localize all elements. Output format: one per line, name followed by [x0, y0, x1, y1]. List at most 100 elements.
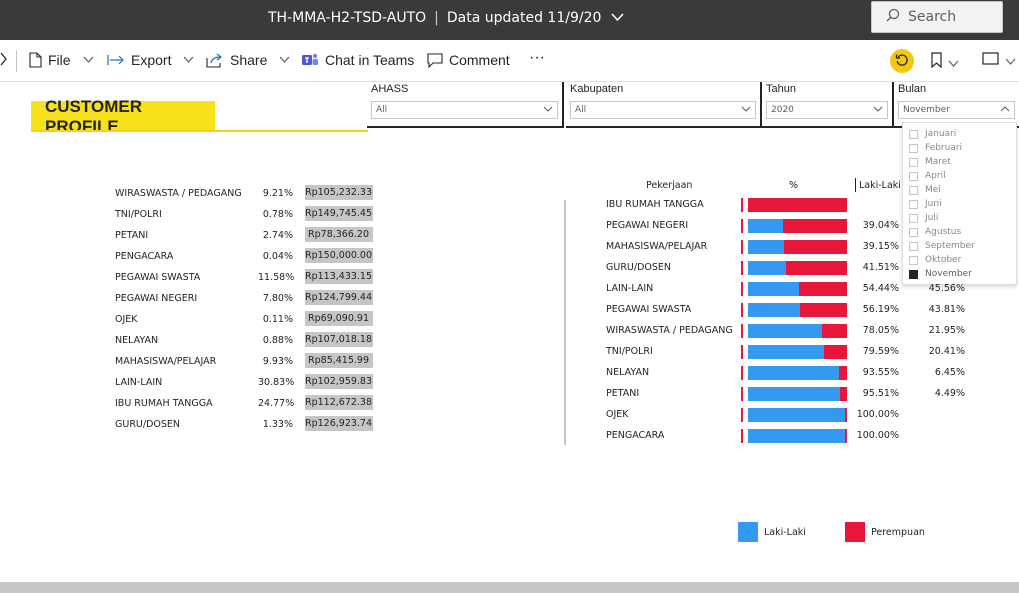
- occupation-name: MAHASISWA/PELAJAR: [115, 356, 217, 367]
- kabupaten-slicer-label: Kabupaten: [570, 83, 624, 95]
- chart-row[interactable]: PETANI 95.51% 4.49%: [606, 384, 976, 405]
- chart-row[interactable]: PEGAWAI SWASTA 56.19% 43.81%: [606, 300, 976, 321]
- occupation-name: LAIN-LAIN: [115, 377, 163, 388]
- occupation-percent: 0.78%: [262, 209, 293, 220]
- chart-row[interactable]: IBU RUMAH TANGGA: [606, 195, 976, 216]
- chart-row[interactable]: OJEK 100.00%: [606, 405, 976, 426]
- perempuan-value: 20.41%: [928, 346, 965, 357]
- more-options-button[interactable]: ···: [529, 49, 545, 67]
- bookmark-button[interactable]: [931, 52, 959, 71]
- report-title-area[interactable]: TH-MMA-H2-TSD-AUTO | Data updated 11/9/2…: [268, 10, 624, 26]
- laki-laki-bar[interactable]: [748, 408, 845, 422]
- category-label: PEGAWAI NEGERI: [606, 220, 689, 231]
- bulan-option[interactable]: Maret: [903, 155, 1016, 169]
- occupation-name: PEGAWAI NEGERI: [115, 293, 198, 304]
- perempuan-bar[interactable]: [748, 387, 847, 401]
- share-menu-button[interactable]: Share: [206, 52, 290, 68]
- occupation-name: IBU RUMAH TANGGA: [115, 398, 213, 409]
- laki-laki-bar[interactable]: [748, 429, 845, 443]
- occupation-percent: 0.11%: [262, 314, 293, 325]
- bulan-option-label: Januari: [925, 129, 957, 139]
- bulan-option[interactable]: Januari: [903, 127, 1016, 141]
- bulan-dropdown[interactable]: November: [898, 101, 1015, 119]
- tahun-dropdown[interactable]: 2020: [766, 101, 888, 119]
- ahass-slicer-label: AHASS: [371, 83, 409, 95]
- chevron-down-icon: [948, 54, 959, 70]
- kabupaten-dropdown[interactable]: All: [570, 101, 756, 119]
- chart-row[interactable]: GURU/DOSEN 41.51%: [606, 258, 976, 279]
- perempuan-bar[interactable]: [748, 303, 847, 317]
- occupation-name: PENGACARA: [115, 251, 174, 262]
- chart-row[interactable]: WIRASWASTA / PEDAGANG 78.05% 21.95%: [606, 321, 976, 342]
- chat-in-teams-label: Chat in Teams: [325, 52, 415, 68]
- section-divider: [564, 200, 566, 445]
- laki-laki-value: 95.51%: [862, 388, 899, 399]
- laki-laki-bar[interactable]: [748, 219, 784, 233]
- chevron-down-icon: [279, 55, 290, 66]
- laki-laki-bar[interactable]: [748, 261, 787, 275]
- perempuan-bar[interactable]: [748, 261, 847, 275]
- chart-row[interactable]: NELAYAN 93.55% 6.45%: [606, 363, 976, 384]
- file-menu-button[interactable]: File: [29, 52, 94, 68]
- teams-icon: [301, 52, 319, 68]
- file-icon: [29, 52, 42, 68]
- chevron-up-icon: [1000, 105, 1010, 115]
- comment-button[interactable]: Comment: [427, 52, 510, 68]
- laki-laki-bar[interactable]: [748, 345, 825, 359]
- occupation-name: PEGAWAI SWASTA: [115, 272, 201, 283]
- chart-row[interactable]: MAHASISWA/PELAJAR 39.15%: [606, 237, 976, 258]
- laki-laki-bar[interactable]: [748, 366, 839, 380]
- occupation-amount: Rp107,018.18: [305, 332, 373, 347]
- pekerjaan-header: Pekerjaan: [646, 180, 693, 191]
- bulan-option[interactable]: April: [903, 169, 1016, 183]
- chart-row[interactable]: PEGAWAI NEGERI 39.04%: [606, 216, 976, 237]
- laki-laki-bar[interactable]: [748, 240, 784, 254]
- perempuan-bar[interactable]: [748, 282, 847, 296]
- category-label: PEGAWAI SWASTA: [606, 304, 692, 315]
- perempuan-bar[interactable]: [748, 198, 847, 212]
- occupation-percent: 0.88%: [262, 335, 293, 346]
- perempuan-bar[interactable]: [748, 366, 847, 380]
- view-button[interactable]: [982, 52, 1016, 68]
- chat-in-teams-button[interactable]: Chat in Teams: [301, 52, 414, 68]
- perempuan-bar[interactable]: [748, 429, 847, 443]
- perempuan-bar[interactable]: [748, 219, 847, 233]
- perempuan-bar[interactable]: [748, 324, 847, 338]
- expand-nav-icon[interactable]: [0, 52, 8, 66]
- export-menu-button[interactable]: Export: [107, 52, 194, 68]
- perempuan-value: 4.49%: [934, 388, 965, 399]
- perempuan-indicator: [741, 366, 743, 380]
- chevron-down-icon[interactable]: [611, 12, 624, 25]
- occupation-name: WIRASWASTA / PEDAGANG: [115, 188, 242, 199]
- chart-row[interactable]: PENGACARA 100.00%: [606, 426, 976, 447]
- occupation-amount: Rp69,090.91: [305, 311, 373, 326]
- laki-laki-bar[interactable]: [748, 282, 799, 296]
- bulan-option[interactable]: Februari: [903, 141, 1016, 155]
- perempuan-indicator: [741, 408, 743, 422]
- reset-icon: [895, 53, 909, 70]
- kabupaten-slicer: Kabupaten All: [566, 82, 762, 128]
- reset-button[interactable]: [890, 49, 914, 73]
- percent-header: %: [789, 180, 799, 191]
- category-label: TNI/POLRI: [606, 346, 653, 357]
- kabupaten-value: All: [575, 105, 587, 115]
- laki-laki-bar[interactable]: [748, 387, 841, 401]
- chart-row[interactable]: TNI/POLRI 79.59% 20.41%: [606, 342, 976, 363]
- laki-laki-bar[interactable]: [748, 303, 800, 317]
- occupation-percent: 2.74%: [262, 230, 293, 241]
- perempuan-bar[interactable]: [748, 240, 847, 254]
- chevron-down-icon: [1005, 52, 1016, 68]
- perempuan-indicator: [741, 324, 743, 338]
- chart-row[interactable]: LAIN-LAIN 54.44% 45.56%: [606, 279, 976, 300]
- ahass-dropdown[interactable]: All: [371, 101, 558, 119]
- search-box[interactable]: Search: [871, 1, 1003, 33]
- laki-laki-bar[interactable]: [748, 324, 822, 338]
- share-label: Share: [230, 52, 268, 68]
- bulan-option-label: Maret: [925, 157, 951, 167]
- occupation-percent: 11.58%: [258, 272, 295, 283]
- bulan-value: November: [903, 105, 950, 115]
- legend-label-laki-laki: Laki-Laki: [764, 526, 806, 538]
- occupation-amount: Rp102,959.83: [305, 374, 373, 389]
- perempuan-bar[interactable]: [748, 408, 847, 422]
- perempuan-bar[interactable]: [748, 345, 847, 359]
